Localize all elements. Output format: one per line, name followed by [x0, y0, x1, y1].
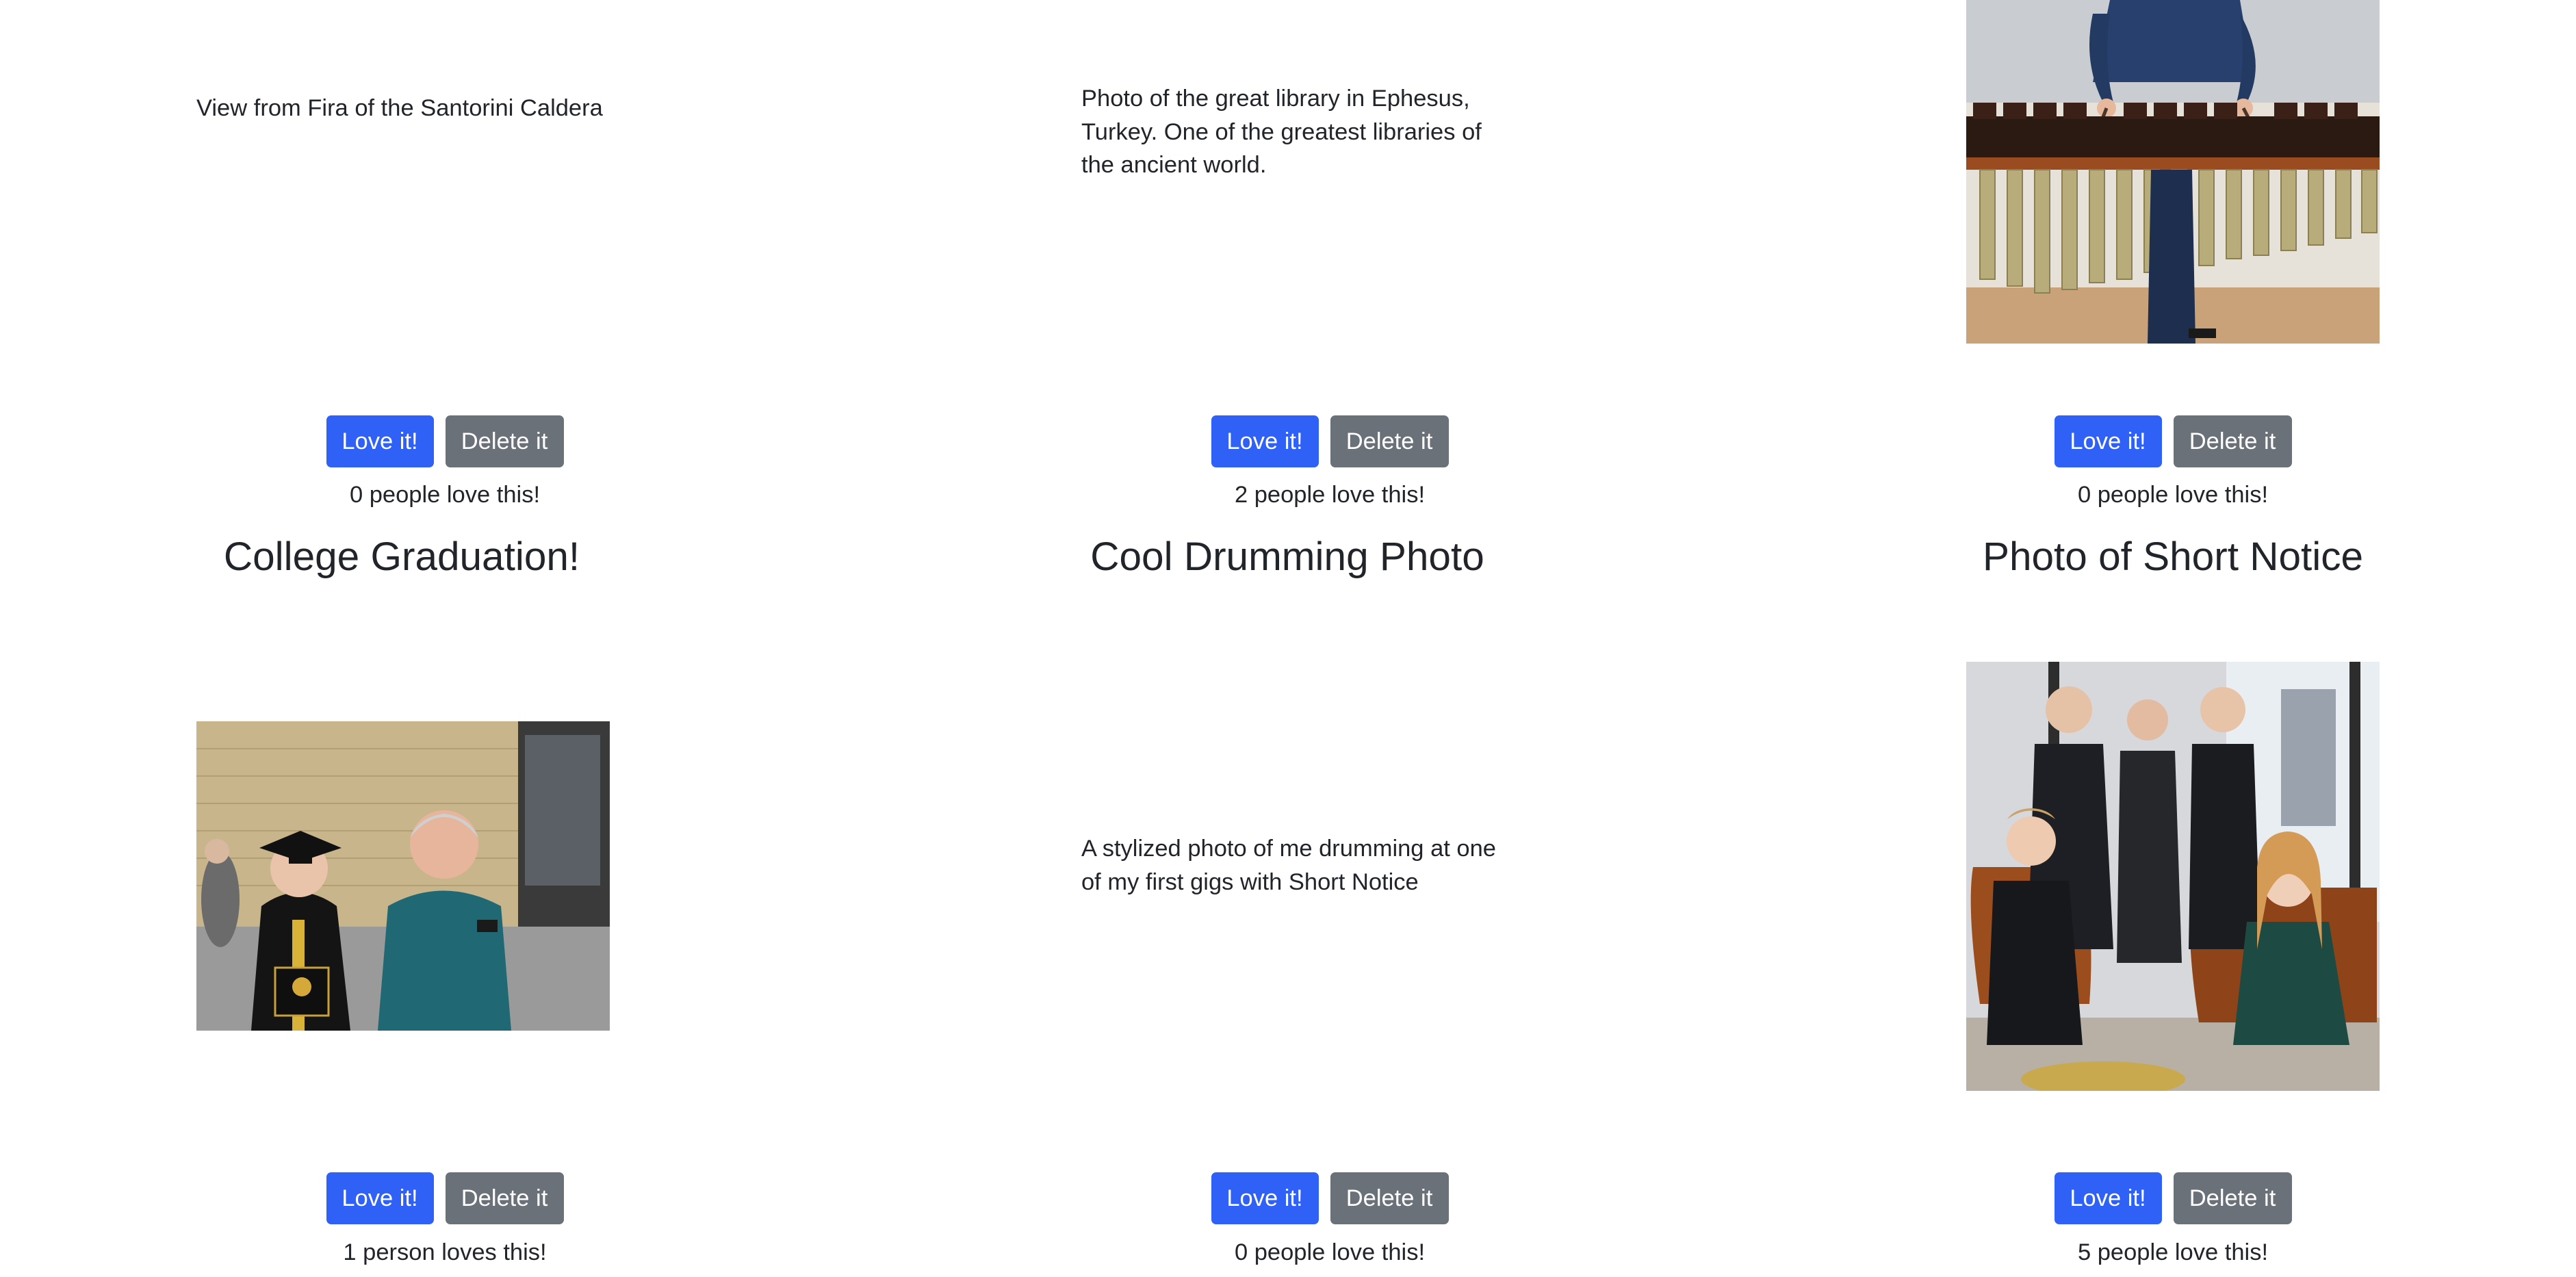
photo-title: College Graduation!: [223, 534, 580, 579]
delete-button[interactable]: Delete it: [445, 1172, 564, 1224]
short-notice-photo-art: [1966, 662, 2380, 1091]
love-count: 0 people love this!: [349, 482, 541, 508]
photo-actions-santorini: Love it! Delete it: [0, 415, 890, 467]
love-count: 5 people love this!: [2077, 1239, 2269, 1265]
photo-actions-ephesus: Love it! Delete it: [885, 415, 1775, 467]
love-count: 1 person loves this!: [343, 1239, 547, 1265]
love-count: 0 people love this!: [2077, 482, 2269, 508]
delete-button[interactable]: Delete it: [2173, 415, 2292, 467]
love-button[interactable]: Love it!: [1211, 1172, 1319, 1224]
marimba-photo-art: [1966, 0, 2380, 344]
photo-gallery: View from Fira of the Santorini Caldera …: [0, 0, 2576, 1277]
love-count: 0 people love this!: [1234, 1239, 1426, 1265]
delete-button[interactable]: Delete it: [1330, 1172, 1449, 1224]
love-count: 2 people love this!: [1234, 482, 1426, 508]
love-button[interactable]: Love it!: [326, 415, 434, 467]
photo-description-drumming: A stylized photo of me drumming at one o…: [1081, 836, 1496, 895]
love-button[interactable]: Love it!: [326, 1172, 434, 1224]
delete-button[interactable]: Delete it: [2173, 1172, 2292, 1224]
love-button[interactable]: Love it!: [1211, 415, 1319, 467]
short-notice-photo: [1966, 662, 2380, 1091]
photo-actions-drumming: Love it! Delete it: [885, 1172, 1775, 1224]
marimba-photo: [1966, 0, 2380, 344]
graduation-photo: [196, 721, 610, 1031]
delete-button[interactable]: Delete it: [445, 415, 564, 467]
love-button[interactable]: Love it!: [2054, 415, 2162, 467]
delete-button[interactable]: Delete it: [1330, 415, 1449, 467]
photo-description-ephesus: Photo of the great library in Ephesus, T…: [1081, 86, 1482, 178]
photo-actions-graduation: Love it! Delete it: [0, 1172, 890, 1224]
graduation-photo-art: [196, 721, 610, 1031]
photo-title: Cool Drumming Photo: [1090, 534, 1484, 579]
photo-actions-marimba: Love it! Delete it: [1728, 415, 2576, 467]
photo-actions-short-notice: Love it! Delete it: [1728, 1172, 2576, 1224]
photo-description-santorini: View from Fira of the Santorini Caldera: [196, 95, 603, 121]
love-button[interactable]: Love it!: [2054, 1172, 2162, 1224]
photo-title: Photo of Short Notice: [1982, 534, 2364, 579]
